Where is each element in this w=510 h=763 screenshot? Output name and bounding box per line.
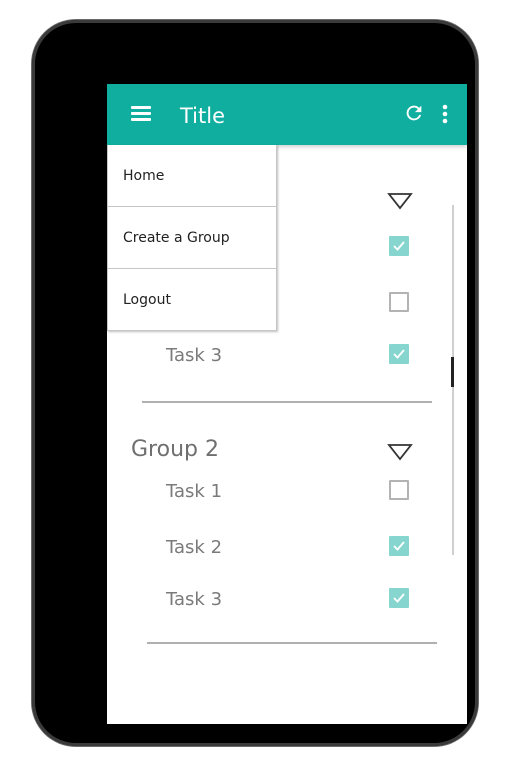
task-checkbox[interactable]	[389, 536, 409, 556]
checkmark-icon	[393, 593, 405, 603]
refresh-icon[interactable]	[403, 102, 425, 124]
app-screen: Title Task 3 Group 2 Task 1 Task 2 Task …	[107, 84, 467, 724]
task-checkbox[interactable]	[389, 344, 409, 364]
task-checkbox[interactable]	[389, 588, 409, 608]
overflow-menu-icon[interactable]	[441, 104, 449, 124]
task-checkbox[interactable]	[389, 480, 409, 500]
task-label: Task 1	[166, 481, 223, 502]
menu-item-create-group[interactable]: Create a Group	[107, 207, 277, 269]
group-title: Group 2	[131, 437, 219, 462]
task-checkbox[interactable]	[389, 236, 409, 256]
scrollbar-thumb[interactable]	[451, 357, 454, 387]
hamburger-menu-icon[interactable]	[131, 106, 151, 122]
menu-item-home[interactable]: Home	[107, 145, 277, 207]
app-bar: Title	[107, 84, 467, 145]
task-label: Task 2	[166, 537, 223, 558]
task-checkbox[interactable]	[389, 292, 409, 312]
checkmark-icon	[393, 541, 405, 551]
tablet-frame: Title Task 3 Group 2 Task 1 Task 2 Task …	[32, 20, 478, 746]
collapse-arrow-icon[interactable]	[387, 192, 413, 210]
collapse-arrow-icon[interactable]	[387, 443, 413, 461]
menu-item-logout[interactable]: Logout	[107, 269, 277, 331]
task-label: Task 3	[166, 589, 223, 610]
checkmark-icon	[393, 241, 405, 251]
group-divider	[142, 401, 432, 403]
dropdown-menu: Home Create a Group Logout	[107, 145, 277, 331]
checkmark-icon	[393, 349, 405, 359]
group-divider	[147, 642, 437, 644]
task-label: Task 3	[166, 345, 223, 366]
app-title: Title	[180, 104, 226, 128]
